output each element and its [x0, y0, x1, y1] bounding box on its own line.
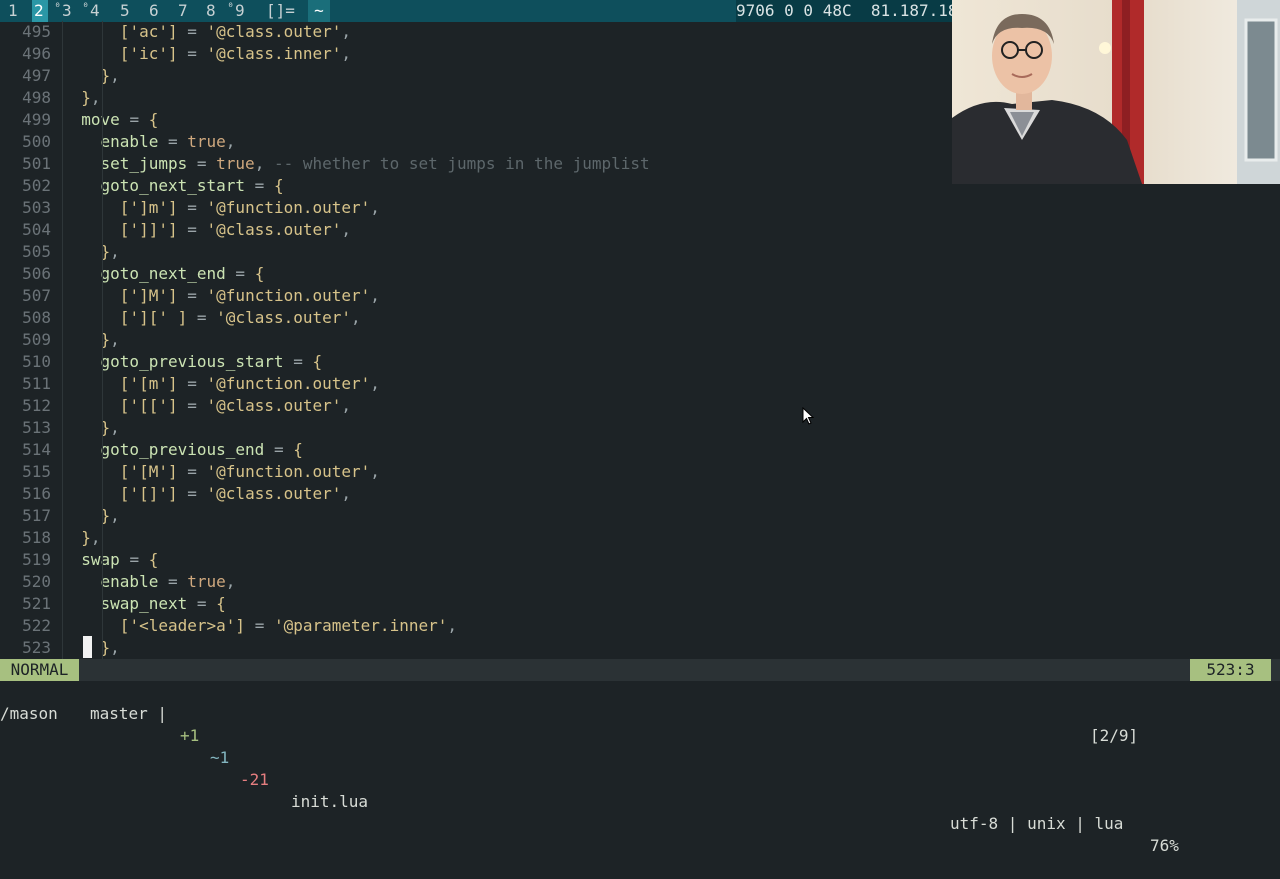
- tmux-window-7[interactable]: 7: [176, 0, 192, 22]
- code-text: ['][' ] = '@class.outer',: [119, 308, 361, 327]
- line-number: 516: [22, 484, 51, 503]
- code-text: move = {: [81, 110, 159, 129]
- cursor-position: 523:3: [1190, 659, 1271, 681]
- tmux-window-1[interactable]: 1: [6, 0, 22, 22]
- line-number: 517: [22, 506, 51, 525]
- line-number: 501: [22, 154, 51, 173]
- tmux-window-6[interactable]: 6: [147, 0, 163, 22]
- tmux-system-stats: 9706 0 0 48C 81.187.18: [736, 0, 962, 22]
- code-text: ['<leader>a'] = '@parameter.inner',: [119, 616, 457, 635]
- line-number: 508: [22, 308, 51, 327]
- code-text: enable = true,: [100, 572, 236, 591]
- line-number: 495: [22, 22, 51, 41]
- tmux-window-activity-mark: ⁰: [54, 0, 62, 14]
- code-text: [']M'] = '@function.outer',: [119, 286, 380, 305]
- git-diff-added: +1: [180, 726, 200, 745]
- file-info: utf-8 | unix | lua: [950, 814, 1124, 833]
- code-text: },: [100, 66, 120, 85]
- line-number: 502: [22, 176, 51, 195]
- code-text: ['ic'] = '@class.inner',: [119, 44, 352, 63]
- command-line[interactable]: /mason [2/9]: [0, 681, 1280, 745]
- search-count: [2/9]: [1090, 726, 1139, 745]
- line-number: 518: [22, 528, 51, 547]
- code-text: },: [81, 88, 101, 107]
- tmux-window-activity-mark: ⁰: [82, 0, 90, 14]
- tmux-session-name: ~: [308, 0, 330, 22]
- file-name: init.lua: [291, 792, 369, 811]
- line-number: 507: [22, 286, 51, 305]
- code-text: ['[]'] = '@class.outer',: [119, 484, 352, 503]
- mouse-pointer-icon: [802, 407, 814, 425]
- tmux-window-9[interactable]: 9: [233, 0, 249, 22]
- git-diff-modified: ~1: [210, 748, 230, 767]
- line-number: 496: [22, 44, 51, 63]
- search-command: /mason: [0, 704, 58, 723]
- line-number: 503: [22, 198, 51, 217]
- indent-guide: [62, 21, 63, 659]
- scroll-percent: 76%: [1150, 836, 1179, 855]
- tmux-window-3[interactable]: 3: [60, 0, 76, 22]
- line-number: 515: [22, 462, 51, 481]
- line-number: 514: [22, 440, 51, 459]
- line-number: 521: [22, 594, 51, 613]
- text-cursor: [83, 636, 92, 658]
- line-number: 504: [22, 220, 51, 239]
- line-number: 511: [22, 374, 51, 393]
- line-number: 520: [22, 572, 51, 591]
- code-text: swap = {: [81, 550, 159, 569]
- line-number: 499: [22, 110, 51, 129]
- code-text: },: [100, 506, 120, 525]
- line-number: 512: [22, 396, 51, 415]
- tmux-window-8[interactable]: 8: [204, 0, 220, 22]
- tmux-window-4[interactable]: 4: [88, 0, 104, 22]
- line-number: 522: [22, 616, 51, 635]
- line-number: 505: [22, 242, 51, 261]
- line-number: 506: [22, 264, 51, 283]
- mode-indicator: NORMAL: [0, 659, 79, 681]
- line-number: 509: [22, 330, 51, 349]
- code-text: goto_next_end = {: [100, 264, 265, 283]
- code-text: set_jumps = true, -- whether to set jump…: [100, 154, 650, 173]
- code-text: },: [81, 528, 101, 547]
- tmux-window-5[interactable]: 5: [118, 0, 134, 22]
- code-text: [']]'] = '@class.outer',: [119, 220, 352, 239]
- code-text: },: [100, 242, 120, 261]
- code-text: },: [100, 418, 120, 437]
- indent-guide: [102, 21, 103, 659]
- git-diff-removed: -21: [240, 770, 269, 789]
- line-number: 513: [22, 418, 51, 437]
- line-number: 510: [22, 352, 51, 371]
- line-number: 498: [22, 88, 51, 107]
- line-number: 497: [22, 66, 51, 85]
- code-text: enable = true,: [100, 132, 236, 151]
- tmux-window-activity-mark: ⁰: [227, 0, 235, 14]
- line-number: 523: [22, 638, 51, 657]
- webcam-person-image: [952, 0, 1280, 184]
- code-text: swap_next = {: [100, 594, 226, 613]
- code-text: goto_previous_end = {: [100, 440, 303, 459]
- code-text: ['ac'] = '@class.outer',: [119, 22, 352, 41]
- code-text: ['[['] = '@class.outer',: [119, 396, 352, 415]
- line-number: 500: [22, 132, 51, 151]
- code-text: [']m'] = '@function.outer',: [119, 198, 380, 217]
- git-branch: master |: [90, 704, 168, 723]
- code-text: goto_next_start = {: [100, 176, 284, 195]
- tmux-layout-indicator: []=: [266, 1, 295, 20]
- code-text: ['[m'] = '@function.outer',: [119, 374, 380, 393]
- tmux-window-2[interactable]: 2: [32, 0, 48, 22]
- webcam-overlay: [952, 0, 1280, 184]
- code-text: ['[M'] = '@function.outer',: [119, 462, 380, 481]
- line-number: 519: [22, 550, 51, 569]
- code-text: },: [100, 330, 120, 349]
- vim-statusline: NORMAL master | +1 ~1 -21 init.lua utf-8…: [0, 659, 1280, 855]
